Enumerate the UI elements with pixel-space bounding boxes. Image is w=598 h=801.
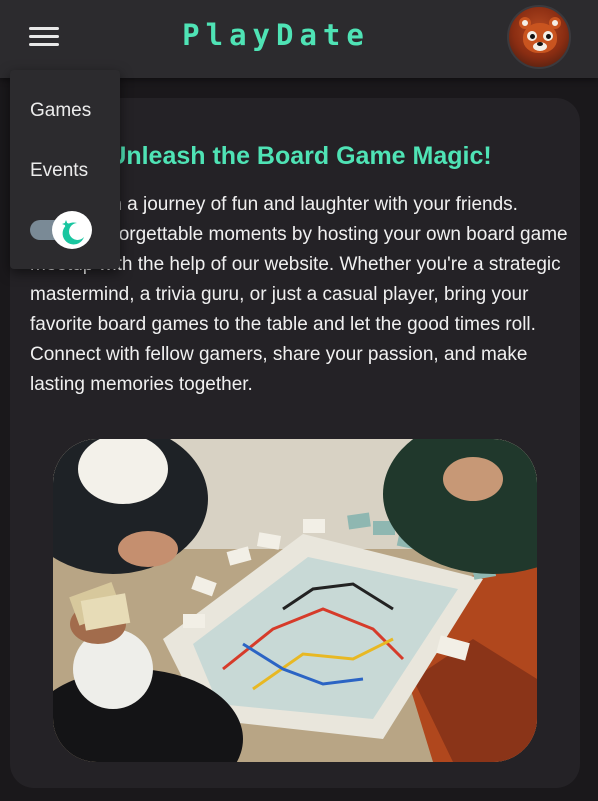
toggle-knob bbox=[52, 211, 92, 249]
panda-nose bbox=[537, 42, 543, 46]
brand-logo[interactable]: PlayDate bbox=[0, 18, 552, 52]
theme-toggle[interactable] bbox=[30, 211, 92, 249]
panda-eye bbox=[546, 34, 551, 39]
avatar[interactable] bbox=[507, 5, 571, 69]
top-bar: PlayDate bbox=[0, 0, 598, 78]
menu-item-games[interactable]: Games bbox=[30, 100, 91, 122]
board-game-photo bbox=[53, 439, 537, 762]
moon-sparkle-icon bbox=[62, 220, 84, 245]
panda-eye bbox=[530, 34, 535, 39]
dropdown-nav-menu: Games Events bbox=[10, 70, 120, 269]
panda-ear bbox=[549, 17, 561, 29]
board-game-scene-image bbox=[53, 439, 537, 762]
panda-ear bbox=[519, 17, 531, 29]
menu-item-events[interactable]: Events bbox=[30, 160, 88, 182]
